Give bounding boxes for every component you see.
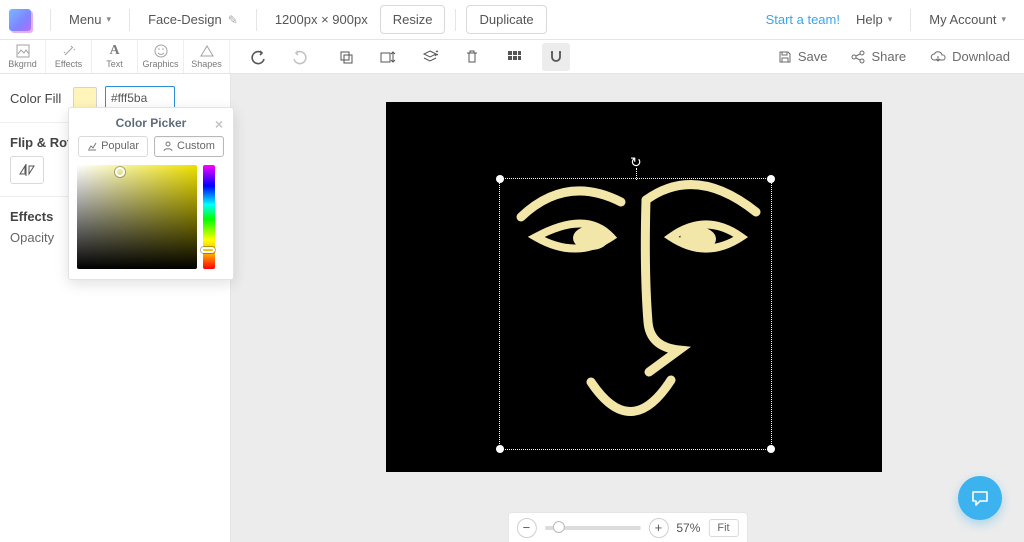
flip-horizontal-button[interactable]: [10, 156, 44, 184]
magic-wand-icon: [62, 44, 76, 58]
tool-tabs: Bkgrnd Effects A Text Graphics Shapes: [0, 40, 1024, 74]
saturation-area[interactable]: [77, 165, 197, 269]
color-swatch[interactable]: [73, 87, 97, 109]
color-picker-title: Color Picker: [116, 116, 187, 130]
zoom-bar: − + 57% Fit: [507, 512, 747, 542]
tab-background[interactable]: Bkgrnd: [0, 40, 46, 73]
zoom-in-button[interactable]: +: [648, 518, 668, 538]
undo-button[interactable]: [244, 43, 272, 71]
menu-label: Menu: [69, 12, 102, 27]
duplicate-button[interactable]: Duplicate: [466, 5, 546, 34]
start-team-link[interactable]: Start a team!: [758, 0, 848, 40]
menu-dropdown[interactable]: Menu ▾: [61, 0, 119, 40]
redo-button[interactable]: [286, 43, 314, 71]
zoom-slider[interactable]: [544, 526, 640, 530]
canvas-dimensions: 1200px × 900px: [267, 0, 376, 40]
resize-button[interactable]: Resize: [380, 5, 446, 34]
download-button[interactable]: Download: [930, 49, 1010, 64]
app-logo[interactable]: [0, 0, 40, 40]
flip-horizontal-icon: [18, 162, 36, 178]
tab-shapes[interactable]: Shapes: [184, 40, 230, 73]
caret-down-icon: ▾: [107, 14, 112, 25]
chat-icon: [970, 488, 990, 508]
selection-handle-sw[interactable]: [496, 445, 504, 453]
share-button[interactable]: Share: [851, 49, 906, 64]
delete-button[interactable]: [458, 43, 486, 71]
grid-button[interactable]: [500, 43, 528, 71]
cloud-download-icon: [930, 50, 946, 64]
snap-button[interactable]: [542, 43, 570, 71]
hue-handle[interactable]: [201, 247, 215, 253]
triangle-icon: [200, 44, 214, 58]
chart-icon: [87, 141, 97, 151]
selection-box[interactable]: [499, 178, 772, 450]
design-name[interactable]: Face-Design ✎: [140, 0, 246, 40]
text-icon: A: [109, 44, 119, 58]
zoom-fit-button[interactable]: Fit: [708, 519, 738, 537]
design-canvas[interactable]: ↻: [386, 102, 882, 472]
smiley-icon: [154, 44, 168, 58]
layer-order-button[interactable]: [374, 43, 402, 71]
rotate-stem: [636, 168, 637, 180]
person-icon: [163, 141, 173, 151]
side-panel: Color Fill Flip & Rota Effects Opacity C…: [0, 74, 231, 542]
save-button[interactable]: Save: [778, 49, 828, 64]
help-chat-button[interactable]: [958, 476, 1002, 520]
picker-tab-custom[interactable]: Custom: [154, 136, 224, 157]
zoom-percent: 57%: [676, 521, 700, 535]
tab-effects[interactable]: Effects: [46, 40, 92, 73]
share-icon: [851, 50, 865, 64]
background-icon: [16, 44, 30, 58]
caret-down-icon: ▾: [1001, 14, 1006, 25]
caret-down-icon: ▾: [888, 14, 893, 25]
saturation-handle[interactable]: [115, 167, 125, 177]
canvas-workspace[interactable]: ↻ − + 57% Fit: [231, 74, 1024, 542]
selection-handle-nw[interactable]: [496, 175, 504, 183]
tab-graphics[interactable]: Graphics: [138, 40, 184, 73]
zoom-out-button[interactable]: −: [516, 518, 536, 538]
hue-slider[interactable]: [203, 165, 215, 269]
save-icon: [778, 50, 792, 64]
selection-handle-ne[interactable]: [767, 175, 775, 183]
close-icon[interactable]: ×: [215, 116, 223, 132]
pencil-icon: ✎: [228, 13, 238, 27]
tab-text[interactable]: A Text: [92, 40, 138, 73]
copy-button[interactable]: [332, 43, 360, 71]
picker-tab-popular[interactable]: Popular: [78, 136, 148, 157]
top-bar: Menu ▾ Face-Design ✎ 1200px × 900px Resi…: [0, 0, 1024, 40]
account-dropdown[interactable]: My Account▾: [921, 0, 1014, 40]
layers-button[interactable]: [416, 43, 444, 71]
color-picker-popover: Color Picker × Popular Custom: [68, 107, 234, 280]
selection-handle-se[interactable]: [767, 445, 775, 453]
canvas-toolbar: Save Share Download: [230, 40, 1024, 73]
help-dropdown[interactable]: Help▾: [848, 0, 900, 40]
zoom-slider-knob[interactable]: [552, 521, 564, 533]
color-fill-label: Color Fill: [10, 91, 65, 106]
